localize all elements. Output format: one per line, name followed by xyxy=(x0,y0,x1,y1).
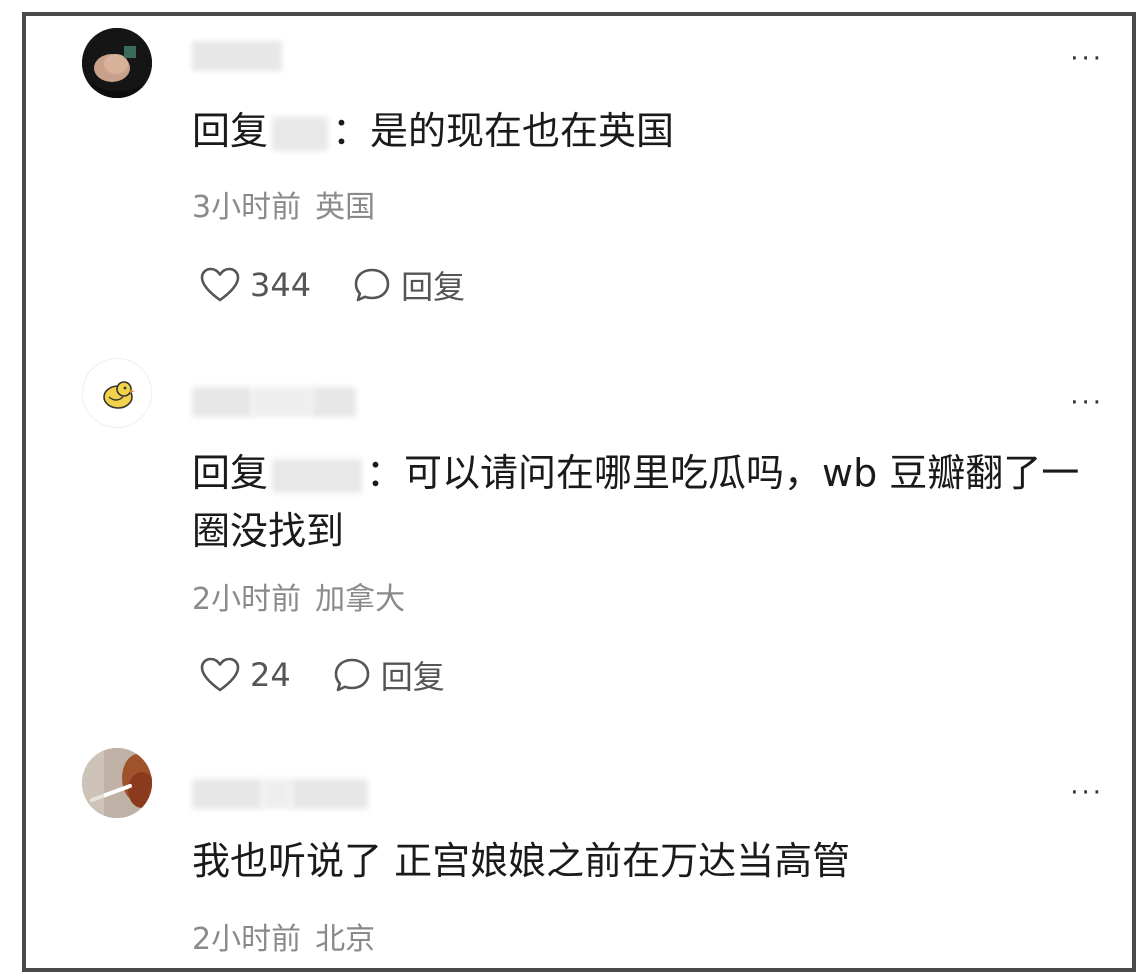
more-dots-icon[interactable]: ··· xyxy=(1070,390,1104,416)
heart-outline-icon xyxy=(200,267,240,302)
comment-meta: 2小时前 北京 xyxy=(192,922,375,958)
comment-time: 2小时前 xyxy=(192,922,302,957)
reply-label: 回复 xyxy=(401,268,466,306)
comment-location: 英国 xyxy=(315,190,376,225)
comment-meta: 3小时前 英国 xyxy=(192,190,375,226)
comment-location: 北京 xyxy=(315,922,376,957)
comment-text: 回复 ：可以请问在哪里吃瓜吗，wb 豆瓣翻了一圈没找到 xyxy=(192,444,1092,560)
comment-actions: 24 回复 xyxy=(200,652,487,698)
more-dots-icon[interactable]: ··· xyxy=(1070,780,1104,806)
comment-time: 2小时前 xyxy=(192,582,302,617)
mentioned-user-redacted[interactable] xyxy=(272,458,363,493)
heart-outline-icon xyxy=(200,657,240,692)
username-redacted[interactable] xyxy=(192,38,282,74)
comment-actions: 344 回复 xyxy=(200,262,507,308)
speech-bubble-icon xyxy=(334,658,370,692)
user-avatar[interactable] xyxy=(82,748,152,818)
reply-button[interactable]: 回复 xyxy=(333,652,445,698)
username-redacted[interactable] xyxy=(192,776,368,812)
like-button[interactable]: 344 xyxy=(200,266,311,304)
reply-button[interactable]: 回复 xyxy=(353,262,465,308)
reply-label: 回复 xyxy=(380,658,445,696)
reply-prefix: 回复 xyxy=(192,451,269,495)
user-avatar[interactable] xyxy=(82,358,152,428)
comment-text: 回复 ：是的现在也在英国 xyxy=(192,102,1092,160)
like-count: 344 xyxy=(250,266,312,304)
comment-meta: 2小时前 加拿大 xyxy=(192,582,405,618)
speech-bubble-icon xyxy=(354,268,390,302)
comment-text: 我也听说了 正宫娘娘之前在万达当高管 xyxy=(192,832,1092,890)
like-button[interactable]: 24 xyxy=(200,656,291,694)
comment-list-panel: ··· 回复 ：是的现在也在英国 3小时前 英国 344 回复 ··· 回复 ：… xyxy=(22,12,1136,972)
user-avatar[interactable] xyxy=(82,28,152,98)
more-dots-icon[interactable]: ··· xyxy=(1070,46,1104,72)
comment-time: 3小时前 xyxy=(192,190,302,225)
comment-body: 我也听说了 正宫娘娘之前在万达当高管 xyxy=(192,839,851,883)
mentioned-user-redacted[interactable] xyxy=(272,116,329,151)
comment-location: 加拿大 xyxy=(315,582,406,617)
like-count: 24 xyxy=(250,656,291,694)
username-redacted[interactable] xyxy=(192,384,356,420)
reply-prefix: 回复 xyxy=(192,109,269,153)
comment-body: ：是的现在也在英国 xyxy=(332,109,675,153)
